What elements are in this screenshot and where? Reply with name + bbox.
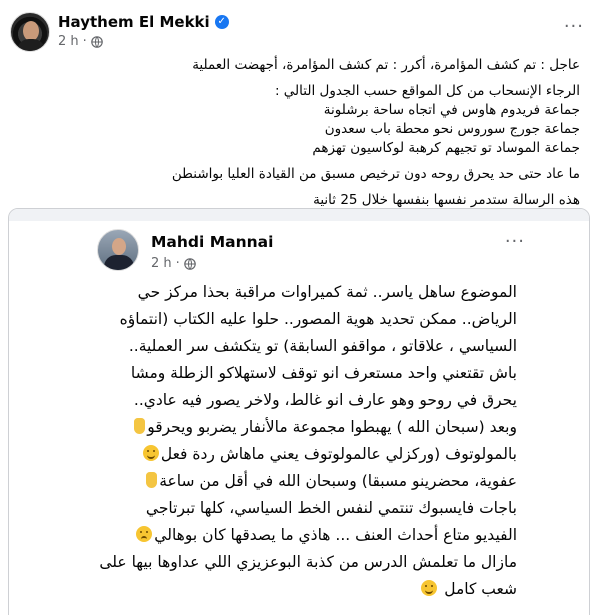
shared-post-line-text: الفيديو متاع أحداث العنف ... هاذي ما يصد… (154, 526, 517, 544)
post-line: جماعة الموساد تو تجيهم كرهبة لوكاسيون ته… (312, 140, 580, 156)
shared-post-line: بالمولوتوف (وركزلي عالمولوتوف يعني ماهاش… (87, 441, 517, 468)
smile-icon (142, 445, 159, 461)
shared-post-line-text: الرياض.. ممكن تحديد هوية المصور.. حلوا ع… (119, 310, 517, 328)
shared-post-line-text: باش تقتعني واحد مستعرف انو توقف لاستهلاك… (130, 364, 517, 382)
shared-post-line: مازال ما تعلمش الدرس من كذبة البوعزيزي ا… (87, 549, 517, 576)
avatar-face (112, 238, 126, 255)
hand-icon (146, 472, 158, 488)
shared-post-line-text: شعب كامل (439, 580, 517, 598)
post-line: جماعة فريدوم هاوس في اتجاه ساحة برشلونة (323, 102, 580, 118)
post-line: عاجل : تم كشف المؤامرة، أكرر : تم كشف ال… (192, 57, 580, 73)
sad-icon (136, 526, 153, 542)
globe-icon (90, 35, 103, 48)
smile-icon (421, 580, 438, 596)
shared-post-line-text: باجات فايسبوك تنتمي لنفس الخط السياسي، ك… (145, 499, 517, 517)
author-name-row: Haythem El Mekki ✓ (58, 13, 229, 31)
verified-badge-icon: ✓ (214, 15, 229, 29)
post-header: Haythem El Mekki ✓ 2 h · ··· (8, 10, 592, 54)
meta-separator: · (82, 34, 87, 49)
globe-icon (183, 257, 196, 270)
shared-post-line: باش تقتعني واحد مستعرف انو توقف لاستهلاك… (87, 360, 517, 387)
shared-post-line-text: يحرق في روحو وهو عارف انو غالط، ولاخر يص… (133, 391, 517, 409)
shared-more-options-icon[interactable]: ··· (505, 231, 525, 252)
shared-author-avatar[interactable] (97, 229, 139, 271)
shared-post-line: وبعد (سبحان الله ) يهبطوا مجموعة مالأنفا… (87, 414, 517, 441)
shared-post-header: Mahdi Mannai 2 h · ··· (9, 227, 589, 279)
avatar-torso (17, 39, 45, 51)
shared-post-line: الرياض.. ممكن تحديد هوية المصور.. حلوا ع… (87, 306, 517, 333)
shared-post-line: يحرق في روحو وهو عارف انو غالط، ولاخر يص… (87, 387, 517, 414)
shared-author-name[interactable]: Mahdi Mannai (151, 233, 273, 251)
post-line: جماعة جورج سوروس نحو محطة باب سعدون (324, 121, 580, 137)
author-name[interactable]: Haythem El Mekki (58, 13, 210, 31)
avatar-torso (104, 255, 134, 270)
shared-post-line-text: عفوية، محضرينو مسبقا) وسبحان الله في أقل… (159, 472, 517, 490)
meta-separator: · (175, 256, 180, 271)
facebook-post: Haythem El Mekki ✓ 2 h · ··· عاجل : تم ك… (0, 0, 600, 615)
shared-post-body: الموضوع ساهل ياسر.. ثمة كميراوات مراقبة … (87, 279, 517, 603)
shared-post-line-text: الموضوع ساهل ياسر.. ثمة كميراوات مراقبة … (137, 283, 517, 301)
post-meta: 2 h · (58, 34, 103, 49)
author-avatar[interactable] (10, 12, 50, 52)
shared-post-line: السياسي ، علاقاتو ، مواقفو السابقة) تو ي… (87, 333, 517, 360)
post-line: ما عاد حتى حد يحرق روحه دون ترخيص مسبق م… (171, 166, 580, 182)
shared-post-line: باجات فايسبوك تنتمي لنفس الخط السياسي، ك… (87, 495, 517, 522)
shared-post-line: الفيديو متاع أحداث العنف ... هاذي ما يصد… (87, 522, 517, 549)
shared-post-line: شعب كامل (87, 576, 517, 603)
shared-post-line-text: مازال ما تعلمش الدرس من كذبة البوعزيزي ا… (99, 553, 517, 571)
post-time[interactable]: 2 h (58, 34, 79, 49)
shared-post-top-strip (9, 209, 589, 221)
shared-post-line: الموضوع ساهل ياسر.. ثمة كميراوات مراقبة … (87, 279, 517, 306)
shared-post[interactable]: Mahdi Mannai 2 h · ··· الموضوع ساهل ياسر… (8, 208, 590, 615)
hand-icon (134, 418, 146, 434)
shared-post-time[interactable]: 2 h (151, 256, 172, 271)
avatar-face (23, 21, 39, 41)
post-body: عاجل : تم كشف المؤامرة، أكرر : تم كشف ال… (20, 56, 580, 229)
shared-post-line-text: بالمولوتوف (وركزلي عالمولوتوف يعني ماهاش… (160, 445, 517, 463)
shared-post-meta: 2 h · (151, 256, 196, 271)
shared-post-line: عفوية، محضرينو مسبقا) وسبحان الله في أقل… (87, 468, 517, 495)
shared-post-line-text: السياسي ، علاقاتو ، مواقفو السابقة) تو ي… (128, 337, 517, 355)
more-options-icon[interactable]: ··· (564, 16, 584, 37)
shared-post-line-text: وبعد (سبحان الله ) يهبطوا مجموعة مالأنفا… (147, 418, 517, 436)
post-line: الرجاء الإنسحاب من كل المواقع حسب الجدول… (274, 83, 580, 99)
